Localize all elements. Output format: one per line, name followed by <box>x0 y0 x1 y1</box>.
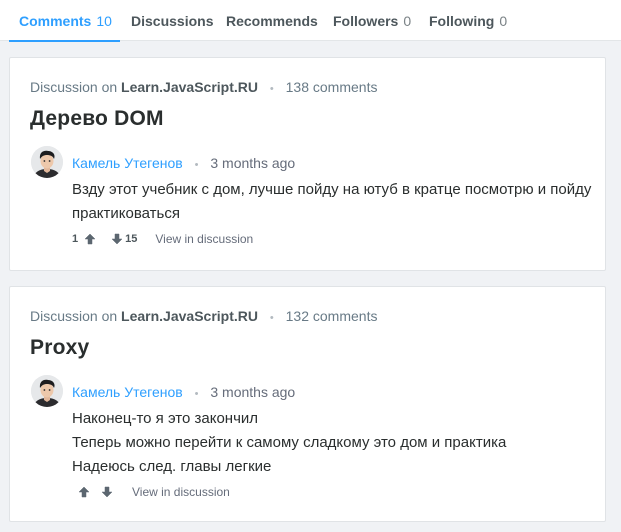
avatar[interactable] <box>31 375 63 407</box>
tab-count: 0 <box>499 12 508 29</box>
separator-dot: • <box>194 388 199 400</box>
comment-actions: 1 15 View in discussion <box>72 232 253 246</box>
comments-count[interactable]: 132 comments <box>286 308 378 324</box>
tab-count: 10 <box>96 12 112 29</box>
post-time[interactable]: 3 months ago <box>210 155 295 171</box>
comment-actions: View in discussion <box>72 485 230 499</box>
comment-body: Взду этот учебник с дом, лучше пойду на … <box>72 178 592 226</box>
downvote-icon[interactable] <box>100 485 114 499</box>
upvote-count: 1 <box>72 233 79 245</box>
post-time[interactable]: 3 months ago <box>210 384 295 400</box>
comment-card: Discussion on Learn.JavaScript.RU • 138 … <box>9 57 606 271</box>
downvote-icon[interactable] <box>110 232 124 246</box>
downvote-count: 15 <box>125 233 138 245</box>
tab-comments[interactable]: Comments 10 <box>9 0 120 42</box>
post-header: Камель Утегенов • 3 months ago <box>72 155 295 171</box>
site-link[interactable]: Learn.JavaScript.RU <box>121 79 258 95</box>
discussion-meta: Discussion on Learn.JavaScript.RU • 138 … <box>30 79 377 95</box>
comment-line: Теперь можно перейти к самому сладкому э… <box>72 434 507 451</box>
separator-dot: • <box>269 83 274 95</box>
separator-dot: • <box>194 159 199 171</box>
post-header: Камель Утегенов • 3 months ago <box>72 384 295 400</box>
tab-count: 0 <box>403 12 412 29</box>
avatar-image <box>31 375 63 407</box>
comment-body: Наконец-то я это закончил Теперь можно п… <box>72 407 592 479</box>
avatar-image <box>31 146 63 178</box>
tab-discussions[interactable]: Discussions <box>131 0 213 41</box>
tab-label: Comments <box>19 12 92 29</box>
comment-line: Наконец-то я это закончил <box>72 410 259 427</box>
comments-count[interactable]: 138 comments <box>286 79 378 95</box>
tab-label: Followers <box>333 12 399 29</box>
tab-followers[interactable]: Followers 0 <box>333 0 411 41</box>
upvote-icon[interactable] <box>77 485 91 499</box>
tab-following[interactable]: Following 0 <box>429 0 507 41</box>
thread-title[interactable]: Дерево DOM <box>30 107 164 131</box>
comment-line: Взду этот учебник с дом, лучше пойду на … <box>72 181 592 222</box>
separator-dot: • <box>269 312 274 324</box>
discussion-prefix: Discussion on <box>30 79 118 95</box>
upvote-icon[interactable] <box>83 232 97 246</box>
discussion-meta: Discussion on Learn.JavaScript.RU • 132 … <box>30 308 377 324</box>
site-link[interactable]: Learn.JavaScript.RU <box>121 308 258 324</box>
comment-line: Надеюсь след. главы легкие <box>72 458 272 475</box>
author-name[interactable]: Камель Утегенов <box>72 155 183 171</box>
tab-label: Discussions <box>131 12 214 29</box>
comment-card: Discussion on Learn.JavaScript.RU • 132 … <box>9 286 606 522</box>
discussion-prefix: Discussion on <box>30 308 118 324</box>
view-in-discussion-link[interactable]: View in discussion <box>155 232 253 246</box>
tab-label: Recommends <box>226 12 318 29</box>
avatar[interactable] <box>31 146 63 178</box>
tab-label: Following <box>429 12 495 29</box>
author-name[interactable]: Камель Утегенов <box>72 384 183 400</box>
tab-recommends[interactable]: Recommends <box>226 0 318 41</box>
view-in-discussion-link[interactable]: View in discussion <box>132 485 230 499</box>
profile-tabs: Comments 10 Discussions Recommends Follo… <box>0 0 621 42</box>
thread-title[interactable]: Proxy <box>30 336 89 360</box>
